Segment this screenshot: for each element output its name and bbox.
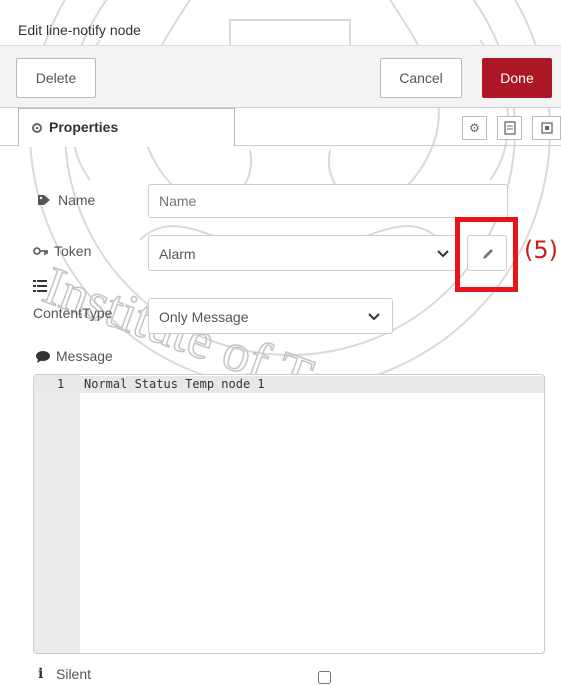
silent-checkbox[interactable] [318,671,331,684]
name-label: Name [58,192,96,208]
message-label: Message [56,348,113,364]
document-icon[interactable] [497,116,522,140]
info-icon: i [38,666,44,682]
message-editor[interactable]: 1 Normal Status Temp node 1 [33,374,545,654]
gear-icon[interactable]: ⚙ [462,116,487,140]
content-type-select[interactable]: Only Message [148,298,393,334]
chevron-down-icon [437,250,449,258]
line-number: 1 [57,377,65,391]
delete-button[interactable]: Delete [16,58,96,98]
silent-label: Silent [56,666,92,682]
token-selected-value: Alarm [159,246,196,262]
cancel-button[interactable]: Cancel [380,58,462,98]
name-input[interactable] [148,184,508,218]
frame-icon[interactable] [532,116,561,140]
tab-properties-label: Properties [49,119,119,135]
editor-gutter [34,375,80,653]
annotation-label: (5) [524,236,558,264]
dialog-titlebar: Edit line-notify node [0,18,561,46]
comment-icon [36,351,50,363]
tag-icon [38,195,50,205]
key-icon [33,247,48,255]
token-select[interactable]: Alarm [148,235,458,271]
gear-icon [32,123,42,133]
dialog-title: Edit line-notify node [18,22,141,38]
list-icon [33,280,47,292]
tab-properties[interactable]: Properties [18,108,235,147]
message-text: Normal Status Temp node 1 [84,377,265,391]
token-label: Token [54,243,92,259]
chevron-down-icon [368,313,380,321]
content-type-selected-value: Only Message [159,309,249,325]
content-type-label: ContentType [33,305,113,321]
done-button[interactable]: Done [482,58,552,98]
annotation-highlight-box [455,217,518,292]
